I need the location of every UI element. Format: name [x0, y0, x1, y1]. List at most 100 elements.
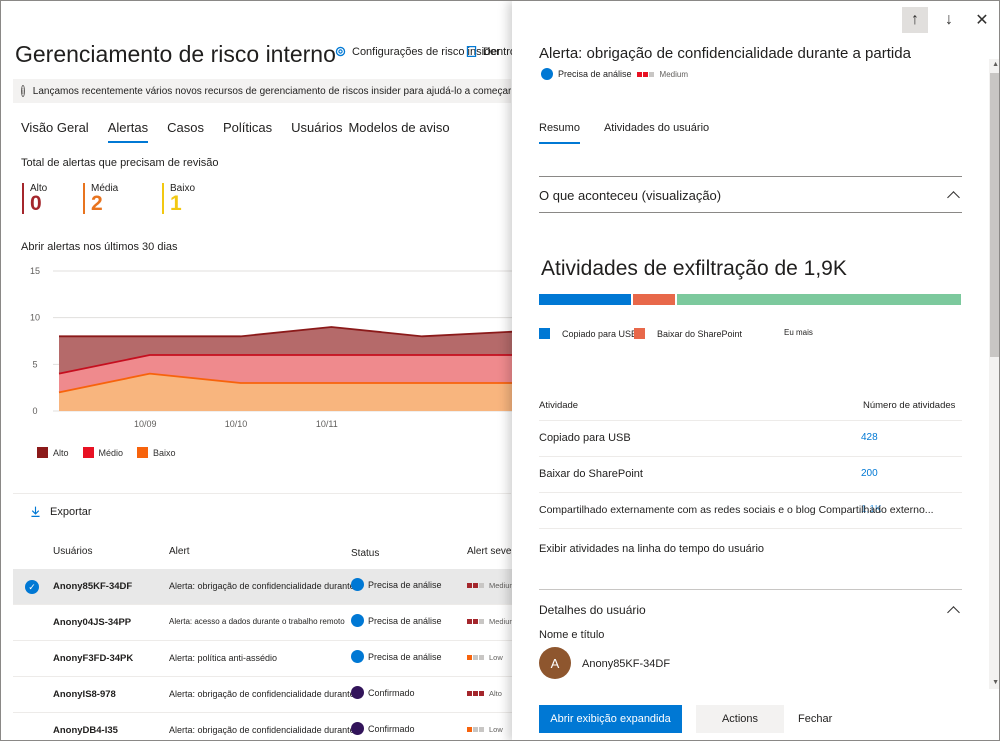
row-severity: Medium [467, 581, 513, 590]
row-severity-label: Low [489, 653, 503, 662]
close-button[interactable]: Fechar [798, 705, 832, 733]
activity-row: 1,1K Compartilhado externamente com as r… [539, 493, 962, 529]
x-tick-label: 10/10 [225, 419, 248, 429]
scrollbar-thumb[interactable] [990, 73, 999, 357]
tab-cases[interactable]: Casos [167, 120, 204, 143]
bar-legend-sharepoint: Baixar do SharePoint [634, 328, 742, 339]
chart-title: Abrir alertas nos últimos 30 dias [21, 241, 178, 253]
section-divider [13, 493, 511, 494]
row-status: Confirmado [351, 686, 415, 699]
tab-summary[interactable]: Resumo [539, 122, 580, 144]
col-header-status[interactable]: Status [351, 548, 379, 559]
tab-alerts[interactable]: Alertas [107, 120, 149, 143]
table-row[interactable]: AnonyF3FD-34PK Alerta: política anti-ass… [13, 641, 513, 677]
row-severity: Low [467, 653, 513, 662]
row-status: Precisa de análise [351, 578, 442, 591]
panel-status: Precisa de análise [558, 69, 632, 79]
bar-legend-sharepoint-label: Baixar do SharePoint [657, 328, 743, 339]
chevron-up-icon[interactable] [947, 605, 960, 619]
y-tick-label: 0 [32, 406, 37, 416]
what-happened-label: O que aconteceu (visualização) [539, 188, 722, 203]
status-dot-icon [351, 650, 364, 663]
panel-meta: Precisa de análise Medium [541, 68, 688, 80]
count-col-header[interactable]: Número de atividades [863, 400, 955, 411]
arrow-down-icon[interactable]: ↓ [936, 7, 962, 33]
row-alert: Alerta: política anti-assédio [169, 653, 278, 663]
close-icon[interactable]: ✕ [969, 7, 995, 33]
page-title: Gerenciamento de risco interno [15, 41, 336, 67]
row-alert: Alerta: obrigação de confidencialidade d… [169, 725, 354, 735]
legend-medium-label: Médio [98, 447, 124, 458]
col-header-alert[interactable]: Alert [169, 546, 190, 557]
row-severity-label: Low [489, 725, 503, 734]
col-header-users[interactable]: Usuários [53, 546, 92, 557]
open-expanded-view-button[interactable]: Abrir exibição expandida [539, 705, 682, 733]
panel-severity: Medium [659, 69, 688, 79]
table-row[interactable]: Anony04JS-34PP Alerta: acesso a dados du… [13, 605, 513, 641]
checkmark-icon[interactable]: ✓ [25, 580, 39, 594]
main-tabs: Visão Geral Alertas Casos Políticas Usuá… [21, 120, 469, 143]
tab-notice-templates[interactable]: Modelos de aviso [348, 120, 449, 143]
alerts-summary-label: Total de alertas que precisam de revisão [21, 157, 219, 169]
severity-low-count: 1 [170, 192, 182, 215]
activity-count-link[interactable]: 428 [861, 432, 878, 443]
info-banner: i Lançamos recentemente vários novos rec… [13, 79, 511, 103]
name-title-label: Nome e título [539, 629, 605, 641]
severity-high[interactable]: Alto 0 [22, 183, 47, 214]
view-timeline-link[interactable]: Exibir atividades na linha do tempo do u… [539, 543, 764, 555]
row-user: AnonyIS8-978 [53, 689, 116, 700]
banner-text: Lançamos recentemente vários novos recur… [32, 85, 511, 97]
user-details-header[interactable]: Detalhes do usuário [539, 603, 962, 619]
tab-users[interactable]: Usuários [291, 120, 342, 143]
row-severity: Medium [467, 617, 513, 626]
row-status-label: Confirmado [368, 723, 415, 734]
row-alert: Alerta: acesso a dados durante o trabalh… [169, 617, 345, 626]
table-row[interactable]: AnonyDB4-I35 Alerta: obrigação de confid… [13, 713, 513, 740]
chevron-up-icon[interactable] [947, 191, 960, 204]
bar-segment [539, 294, 631, 305]
exfiltration-stacked-bar [539, 294, 961, 305]
arrow-up-icon[interactable]: ↑ [902, 7, 928, 33]
row-status-label: Confirmado [368, 687, 415, 698]
row-status-label: Precisa de análise [368, 615, 442, 626]
gear-icon [335, 46, 346, 57]
status-dot-icon [351, 722, 364, 735]
inside-link[interactable]: Dentro [465, 45, 516, 58]
activity-name: Baixar do SharePoint [539, 468, 643, 480]
export-label: Exportar [50, 505, 92, 518]
activity-col-header[interactable]: Atividade [539, 400, 578, 411]
tab-policies[interactable]: Políticas [223, 120, 272, 143]
legend-item-high: Alto [37, 447, 69, 458]
legend-high-label: Alto [53, 447, 69, 458]
bar-segment [676, 294, 961, 305]
user-name: Anony85KF-34DF [582, 658, 671, 670]
row-severity: Low [467, 725, 513, 734]
activity-count-link[interactable]: 200 [861, 468, 878, 479]
row-severity-label: Medium [489, 617, 513, 626]
document-icon [466, 46, 477, 57]
x-tick-label: 10/09 [134, 419, 157, 429]
panel-divider [539, 212, 962, 213]
severity-medium-count: 2 [91, 192, 103, 215]
table-row[interactable]: ✓ Anony85KF-34DF Alerta: obrigação de co… [13, 569, 513, 605]
row-user: Anony04JS-34PP [53, 617, 132, 628]
app-window: Gerenciamento de risco interno Configura… [0, 0, 1000, 741]
tab-overview[interactable]: Visão Geral [21, 120, 89, 143]
scroll-down-icon[interactable]: ▼ [992, 679, 999, 686]
status-dot-icon [351, 686, 364, 699]
actions-button[interactable]: Actions [696, 705, 784, 733]
activity-row: Baixar do SharePoint 200 [539, 457, 962, 493]
scroll-up-icon[interactable]: ▲ [992, 61, 999, 68]
bar-legend-more: Eu mais [784, 328, 813, 337]
tab-user-activities[interactable]: Atividades do usuário [604, 122, 709, 144]
export-button[interactable]: Exportar [29, 505, 92, 518]
x-tick-label: 10/11 [316, 419, 338, 429]
col-header-severity[interactable]: Alert seve [467, 546, 511, 557]
severity-medium[interactable]: Média 2 [83, 183, 118, 214]
what-happened-header[interactable]: O que aconteceu (visualização) [539, 188, 962, 204]
row-status: Confirmado [351, 722, 415, 735]
severity-high-count: 0 [30, 192, 42, 215]
severity-low[interactable]: Baixo 1 [162, 183, 195, 214]
table-row[interactable]: AnonyIS8-978 Alerta: obrigação de confid… [13, 677, 513, 713]
row-severity: Alto [467, 689, 513, 698]
